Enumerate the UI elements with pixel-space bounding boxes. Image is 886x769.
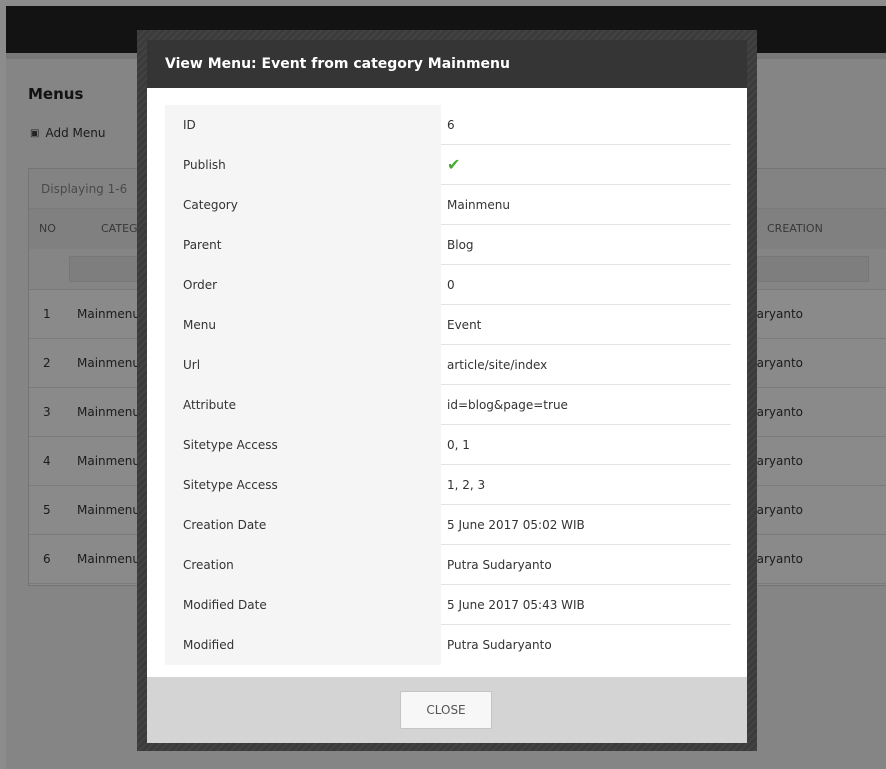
detail-value: id=blog&page=true: [447, 398, 568, 412]
detail-row-sitetype-access-2: Sitetype Access 1, 2, 3: [165, 465, 731, 505]
detail-row-modified-date: Modified Date 5 June 2017 05:43 WIB: [165, 585, 731, 625]
view-menu-dialog: View Menu: Event from category Mainmenu …: [147, 40, 747, 743]
detail-row-sitetype-access: Sitetype Access 0, 1: [165, 425, 731, 465]
detail-label: Category: [165, 185, 441, 225]
detail-value: 6: [447, 118, 455, 132]
close-button[interactable]: CLOSE: [400, 691, 492, 729]
detail-row-id: ID 6: [165, 105, 731, 145]
detail-label: Parent: [165, 225, 441, 265]
detail-row-publish: Publish ✔: [165, 145, 731, 185]
detail-value: article/site/index: [447, 358, 548, 372]
detail-value: Mainmenu: [447, 198, 510, 212]
detail-label: Publish: [165, 145, 441, 185]
dialog-footer: CLOSE: [147, 677, 747, 743]
detail-value: 5 June 2017 05:43 WIB: [447, 598, 585, 612]
detail-row-menu: Menu Event: [165, 305, 731, 345]
detail-label: Order: [165, 265, 441, 305]
detail-row-creation-date: Creation Date 5 June 2017 05:02 WIB: [165, 505, 731, 545]
detail-row-order: Order 0: [165, 265, 731, 305]
detail-label: Sitetype Access: [165, 465, 441, 505]
detail-value: Event: [447, 318, 482, 332]
detail-table: ID 6 Publish ✔ Category Mainmenu Parent …: [165, 105, 731, 665]
detail-row-creation: Creation Putra Sudaryanto: [165, 545, 731, 585]
detail-label: Modified: [165, 625, 441, 665]
detail-row-url: Url article/site/index: [165, 345, 731, 385]
detail-value: ✔: [441, 145, 731, 185]
detail-label: ID: [165, 105, 441, 145]
detail-label: Attribute: [165, 385, 441, 425]
detail-label: Menu: [165, 305, 441, 345]
detail-value: Blog: [447, 238, 474, 252]
page: Menus ▣ Add Menu Displaying 1-6 NO CATEG…: [0, 0, 886, 769]
detail-value: 1, 2, 3: [447, 478, 486, 492]
detail-label: Sitetype Access: [165, 425, 441, 465]
detail-row-attribute: Attribute id=blog&page=true: [165, 385, 731, 425]
dialog-title: View Menu: Event from category Mainmenu: [147, 40, 747, 88]
detail-value: 0, 1: [447, 438, 470, 452]
detail-row-category: Category Mainmenu: [165, 185, 731, 225]
detail-label: Modified Date: [165, 585, 441, 625]
detail-label: Creation Date: [165, 505, 441, 545]
detail-row-parent: Parent Blog: [165, 225, 731, 265]
detail-value: 0: [447, 278, 455, 292]
detail-label: Url: [165, 345, 441, 385]
detail-row-modified: Modified Putra Sudaryanto: [165, 625, 731, 665]
detail-value: Putra Sudaryanto: [447, 558, 552, 572]
check-icon: ✔: [447, 155, 461, 174]
detail-value: Putra Sudaryanto: [447, 638, 552, 652]
detail-label: Creation: [165, 545, 441, 585]
detail-value: 5 June 2017 05:02 WIB: [447, 518, 585, 532]
